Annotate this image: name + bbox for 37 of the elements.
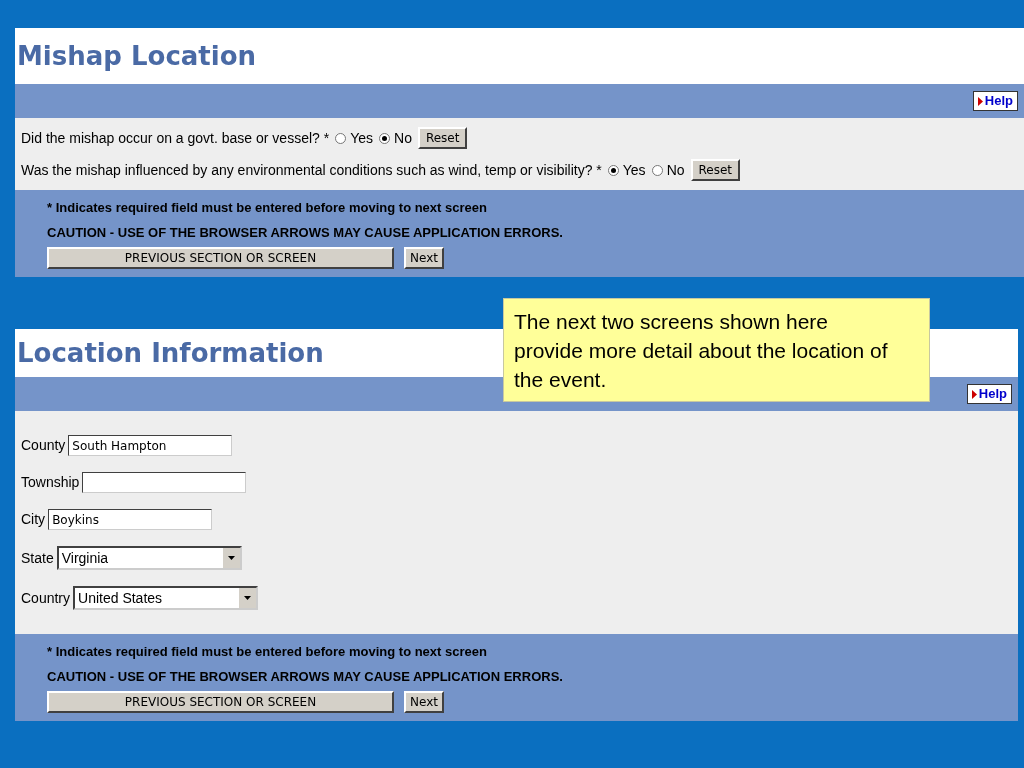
option-label: No bbox=[394, 128, 412, 148]
caution-text: CAUTION - USE OF THE BROWSER ARROWS MAY CAUSE APPLICATION ERRORS. bbox=[47, 223, 564, 242]
field-label: County bbox=[21, 436, 66, 455]
option-label: Yes bbox=[350, 128, 373, 148]
field-label: Township bbox=[21, 473, 80, 492]
field-label: Country bbox=[21, 588, 71, 608]
text-field[interactable]: Boykins bbox=[48, 509, 213, 530]
reset-button[interactable]: Reset bbox=[690, 159, 741, 181]
radio-button[interactable] bbox=[335, 132, 347, 144]
required-note: * Indicates required field must be entered before moving to next screen bbox=[47, 199, 488, 217]
help-button[interactable]: Help bbox=[972, 91, 1018, 111]
previous-button[interactable]: PREVIOUS SECTION OR SCREEN bbox=[47, 691, 394, 713]
dropdown-field[interactable]: Virginia bbox=[56, 546, 242, 570]
next-button[interactable]: Next bbox=[404, 691, 444, 713]
dropdown-field[interactable]: United States bbox=[73, 586, 259, 610]
next-button[interactable]: Next bbox=[404, 247, 444, 269]
help-button[interactable]: Help bbox=[966, 384, 1012, 404]
field-label: City bbox=[21, 510, 46, 529]
radio-button[interactable] bbox=[607, 164, 619, 176]
reset-button[interactable]: Reset bbox=[417, 127, 468, 149]
field-label: State bbox=[21, 548, 54, 568]
callout-note: The next two screens shown here provide more detail about the location of the event. bbox=[503, 298, 930, 402]
triangle-icon bbox=[971, 389, 977, 399]
question-label: Was the mishap influenced by any environmental conditions such as wind, temp or visibility? * bbox=[21, 160, 602, 180]
caution-text: CAUTION - USE OF THE BROWSER ARROWS MAY CAUSE APPLICATION ERRORS. bbox=[47, 667, 564, 686]
required-note: * Indicates required field must be entered before moving to next screen bbox=[47, 643, 488, 661]
section-title: Location Information bbox=[17, 336, 324, 370]
text-field[interactable]: South Hampton bbox=[68, 435, 233, 456]
radio-button[interactable] bbox=[651, 164, 663, 176]
text-field[interactable] bbox=[82, 472, 247, 493]
question-label: Did the mishap occur on a govt. base or vessel? * bbox=[21, 128, 330, 148]
triangle-icon bbox=[977, 96, 983, 106]
section-title: Mishap Location bbox=[17, 39, 257, 73]
radio-button[interactable] bbox=[379, 132, 390, 144]
option-label: No bbox=[666, 160, 685, 180]
option-label: Yes bbox=[622, 160, 646, 180]
previous-button[interactable]: PREVIOUS SECTION OR SCREEN bbox=[47, 247, 394, 269]
